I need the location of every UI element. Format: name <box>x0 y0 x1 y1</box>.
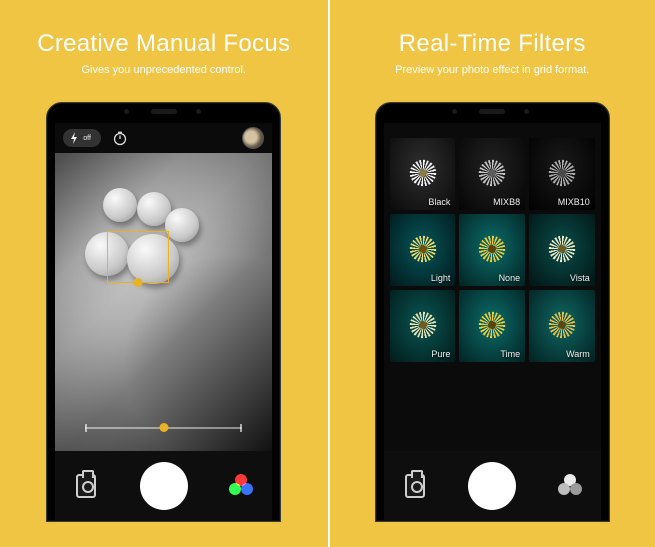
shutter-button[interactable] <box>140 462 188 510</box>
rgb-filters-icon <box>229 474 253 498</box>
shutter-button[interactable] <box>468 462 516 510</box>
camera-bottom-bar <box>55 451 272 521</box>
camera-top-bar: off <box>55 123 272 153</box>
filters-icon <box>558 474 582 498</box>
filter-label: Time <box>500 349 520 359</box>
filter-cell-warm[interactable]: Warm <box>529 290 595 362</box>
flash-toggle[interactable]: off <box>63 129 101 147</box>
filter-label: Light <box>431 273 451 283</box>
filter-cell-black[interactable]: Black <box>390 138 456 210</box>
flash-label: off <box>83 135 91 142</box>
filter-cell-time[interactable]: Time <box>459 290 525 362</box>
switch-camera-icon <box>405 474 425 498</box>
focus-handle[interactable] <box>134 278 143 287</box>
headline-right: Real-Time Filters <box>399 30 586 58</box>
gallery-thumbnail[interactable] <box>242 127 264 149</box>
filter-label: MIXB8 <box>493 197 520 207</box>
viewfinder[interactable] <box>55 153 272 451</box>
camera-bottom-bar <box>384 451 601 521</box>
filter-label: MIXB10 <box>558 197 590 207</box>
phone-frame-right: Black MIXB8 MIXB10 Light None <box>375 102 610 522</box>
flash-icon <box>69 132 79 144</box>
phone-frame-left: off <box>46 102 281 522</box>
camera-screen: off <box>55 123 272 521</box>
filter-label: None <box>499 273 521 283</box>
filter-cell-vista[interactable]: Vista <box>529 214 595 286</box>
filter-cell-mixb10[interactable]: MIXB10 <box>529 138 595 210</box>
promo-panel-right: Real-Time Filters Preview your photo eff… <box>328 0 655 547</box>
filter-label: Vista <box>570 273 590 283</box>
focus-slider[interactable] <box>85 427 242 429</box>
focus-indicator[interactable] <box>107 231 169 283</box>
filter-cell-none[interactable]: None <box>459 214 525 286</box>
filter-cell-mixb8[interactable]: MIXB8 <box>459 138 525 210</box>
promo-panel-left: Creative Manual Focus Gives you unpreced… <box>0 0 328 547</box>
timer-icon <box>112 130 128 146</box>
switch-camera-icon <box>76 474 96 498</box>
filters-button[interactable] <box>228 474 254 498</box>
filter-screen: Black MIXB8 MIXB10 Light None <box>384 123 601 521</box>
switch-camera-button[interactable] <box>402 474 428 498</box>
filter-label: Black <box>428 197 450 207</box>
filter-cell-pure[interactable]: Pure <box>390 290 456 362</box>
headline-left: Creative Manual Focus <box>37 30 290 58</box>
switch-camera-button[interactable] <box>73 474 99 498</box>
filter-grid: Black MIXB8 MIXB10 Light None <box>390 138 595 451</box>
filter-label: Warm <box>566 349 590 359</box>
filter-cell-light[interactable]: Light <box>390 214 456 286</box>
subhead-left: Gives you unprecedented control. <box>82 64 247 76</box>
timer-button[interactable] <box>109 127 131 149</box>
subhead-right: Preview your photo effect in grid format… <box>395 64 589 76</box>
filter-label: Pure <box>431 349 450 359</box>
filters-button[interactable] <box>557 474 583 498</box>
